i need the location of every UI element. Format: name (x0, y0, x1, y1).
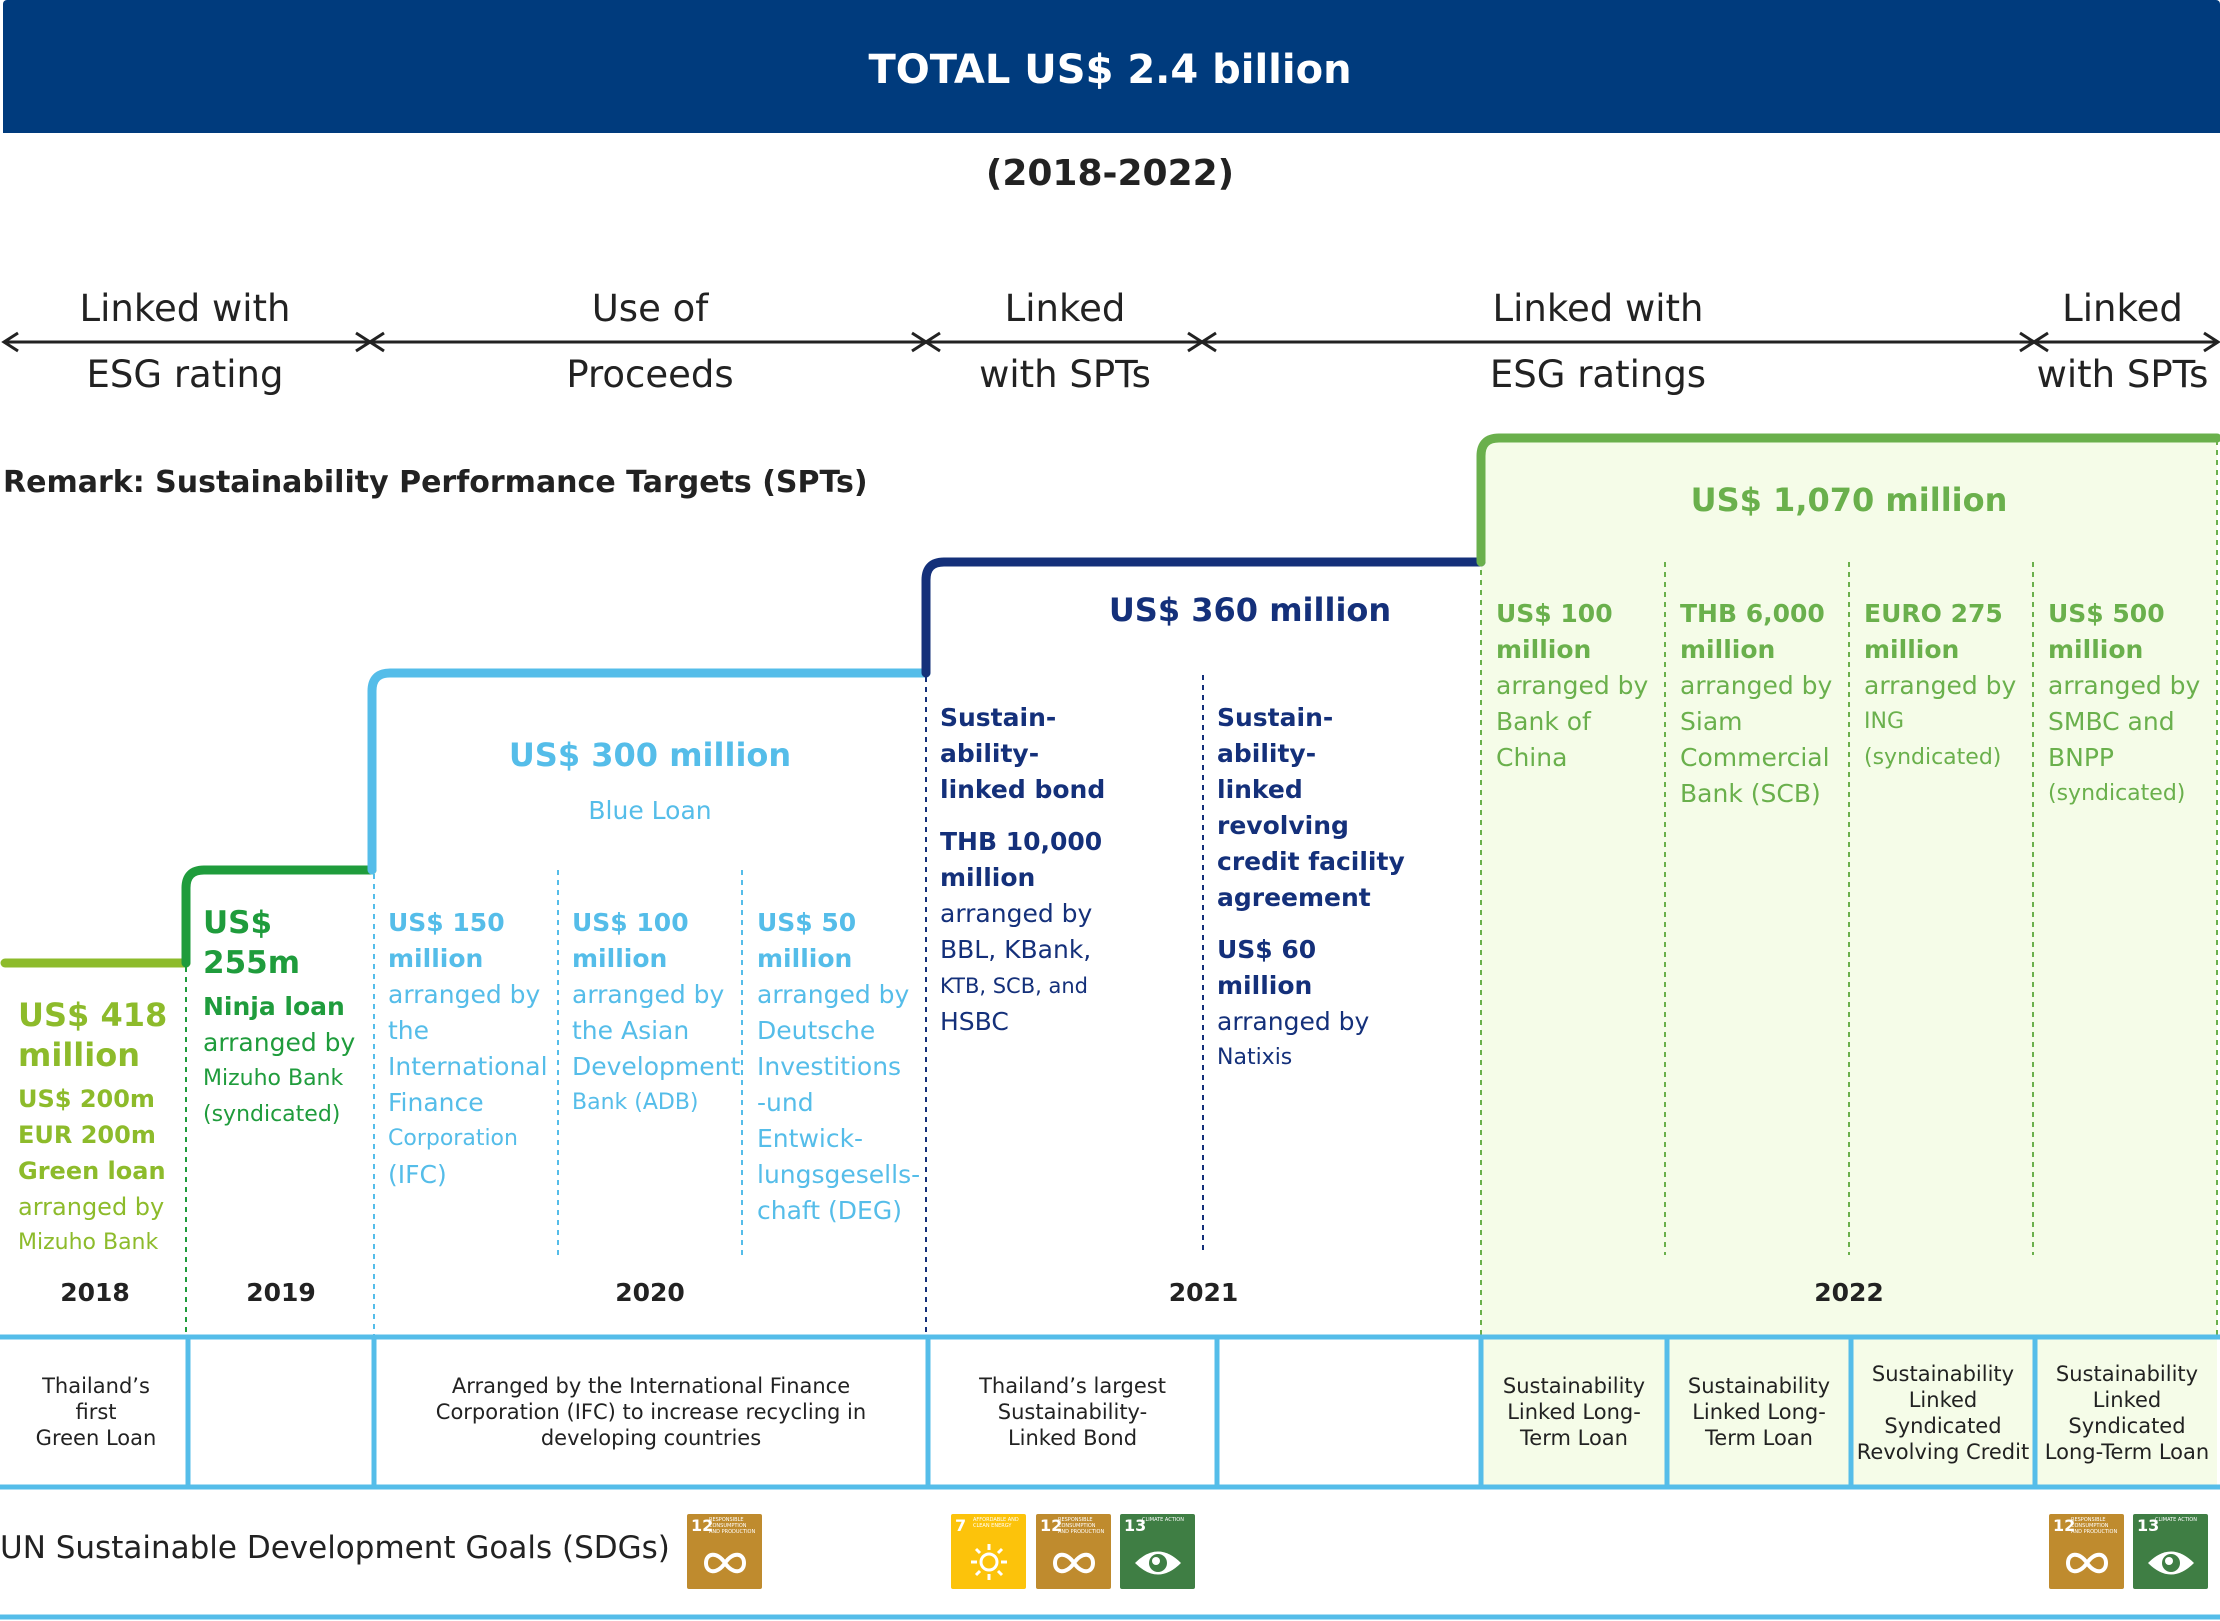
year-2021: 2021 (1168, 1278, 1239, 1307)
total-2021: US$ 360 million (1108, 591, 1392, 629)
block-2018: US$ 418 million US$ 200m EUR 200m Green … (18, 996, 168, 1255)
col-2020-adb: US$ 100 million arranged by the Asian De… (572, 908, 741, 1115)
sdg-7-icon: 7 AFFORDABLE AND CLEAN ENERGY (951, 1514, 1026, 1589)
col-2022-smbc: US$ 500 million arranged by SMBC and BNP… (2048, 599, 2201, 806)
sdg-12-icon: 12 RESPONSIBLE CONSUMPTION AND PRODUCTION (687, 1514, 762, 1589)
sdg-12-icon: 12 RESPONSIBLE CONSUMPTION AND PRODUCTION (2049, 1514, 2124, 1589)
year-2018: 2018 (60, 1278, 130, 1307)
col-2021-bond: Sustain- ability- linked bond THB 10,000… (940, 703, 1106, 1036)
col-2020-deg: US$ 50 million arranged by Deutsche Inve… (757, 908, 921, 1225)
year-2022: 2022 (1814, 1278, 1884, 1307)
total-2022: US$ 1,070 million (1690, 481, 2008, 519)
col-2022-scb: THB 6,000 million arranged by Siam Comme… (1680, 599, 1833, 808)
col-2022-boc: US$ 100 million arranged by Bank of Chin… (1496, 599, 1649, 772)
sdg-12-icon: 12 RESPONSIBLE CONSUMPTION AND PRODUCTION (1036, 1514, 1111, 1589)
desc-2018: Thailand’s first Green Loan (35, 1374, 157, 1450)
desc-2022-smbc: Sustainability Linked Syndicated Long-Term … (2044, 1362, 2210, 1464)
desc-2020: Arranged by the International Finance Cor… (435, 1374, 867, 1450)
desc-2021-bond: Thailand’s largest Sustainability- Linked … (979, 1374, 1166, 1450)
year-2019: 2019 (246, 1278, 316, 1307)
desc-2022-boc: Sustainability Linked Long- Term Loan (1502, 1374, 1646, 1450)
year-2020: 2020 (615, 1278, 685, 1307)
sdg-13-icon: 13 CLIMATE ACTION (1120, 1514, 1195, 1589)
desc-2022-ing: Sustainability Linked Syndicated Revolving … (1856, 1362, 2030, 1464)
sdg-label: UN Sustainable Development Goals (SDGs) (0, 1530, 670, 1566)
block-2019: US$ 255m Ninja loan arranged by Mizuho B… (203, 905, 356, 1127)
col-2021-rcf: Sustain- ability- linked revolving credi… (1217, 703, 1405, 1070)
type-2020: Blue Loan (588, 796, 712, 825)
total-2020: US$ 300 million (508, 736, 792, 774)
sdg-13-icon: 13 CLIMATE ACTION (2133, 1514, 2208, 1589)
col-2020-ifc: US$ 150 million arranged by the Internat… (388, 908, 548, 1189)
desc-2022-scb: Sustainability Linked Long- Term Loan (1687, 1374, 1831, 1450)
col-2022-ing: EURO 275 million arranged by ING (syndic… (1864, 599, 2017, 770)
